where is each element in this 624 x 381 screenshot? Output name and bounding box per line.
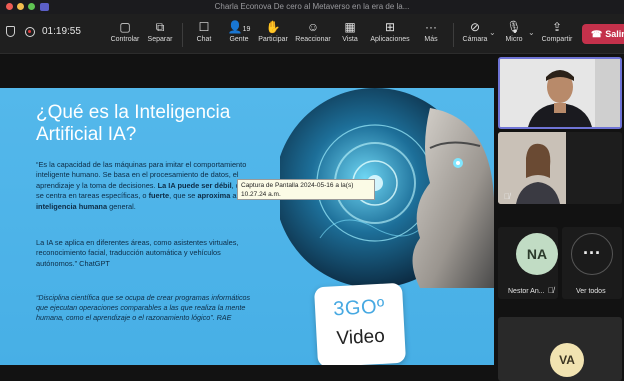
- leave-button[interactable]: ☎ Salir: [582, 24, 624, 44]
- recording-icon: [25, 26, 35, 37]
- phone-icon: ☎: [591, 29, 603, 39]
- shield-icon[interactable]: [6, 26, 15, 37]
- meeting-status: 01:19:55: [6, 26, 81, 37]
- participant-video-feed: [500, 59, 620, 127]
- reaction-icon: ☺: [306, 20, 320, 34]
- see-all-participants-button[interactable]: ··· Ver todos: [562, 227, 622, 299]
- participant-tile-va[interactable]: VA: [498, 317, 622, 381]
- mic-button[interactable]: 🎙 Micro: [502, 18, 526, 52]
- participant-video-tile[interactable]: 🎙̸: [498, 132, 622, 204]
- apps-icon: ⊞: [384, 20, 396, 34]
- slide-rae-quote: “Disciplina científica que se ocupa de c…: [36, 293, 251, 323]
- camera-off-icon: ⊘: [469, 20, 481, 34]
- logo-wordmark-top: 3GOº: [332, 295, 386, 321]
- slide-definition-text: “Es la capacidad de las máquinas para im…: [36, 160, 248, 211]
- more-icon: ···: [425, 20, 437, 34]
- mic-options-chevron-icon[interactable]: ⌄: [528, 28, 535, 37]
- meeting-toolbar: 01:19:55 ▢ Controlar ⧉ Separar ☐ Chat 👤1…: [0, 14, 624, 54]
- participant-name: Nestor An...: [508, 288, 545, 295]
- more-icon: ···: [571, 233, 613, 275]
- see-all-label: Ver todos: [576, 288, 606, 295]
- 3go-video-logo: 3GOº Video: [313, 282, 407, 365]
- people-button[interactable]: 👤19 Gente: [225, 18, 253, 52]
- camera-button[interactable]: ⊘ Cámara: [460, 18, 490, 52]
- meeting-timer: 01:19:55: [42, 26, 81, 37]
- react-button[interactable]: ☺ Reaccionar: [294, 18, 332, 52]
- view-button[interactable]: ▦ Vista: [338, 18, 362, 52]
- view-icon: ▦: [344, 20, 356, 34]
- slide-title: ¿Qué es la Inteligencia Artificial IA?: [36, 102, 231, 145]
- share-screen-icon: ⇪: [551, 20, 563, 34]
- control-button[interactable]: ▢ Controlar: [108, 18, 142, 52]
- pop-out-button[interactable]: ⧉ Separar: [145, 18, 175, 52]
- chat-button[interactable]: ☐ Chat: [192, 18, 216, 52]
- mic-off-icon: 🎙̸: [548, 286, 554, 295]
- mic-off-icon: 🎙: [506, 20, 522, 34]
- shared-content-stage: ¿Qué es la Inteligencia Artificial IA? “…: [0, 55, 496, 381]
- people-count-badge: 19: [242, 26, 251, 33]
- participant-video-feed: [498, 132, 622, 204]
- avatar: VA: [550, 343, 584, 377]
- avatar: NA: [516, 233, 558, 275]
- toolbar-divider: [453, 23, 454, 47]
- participant-tile-na[interactable]: NA Nestor An... 🎙̸: [498, 227, 558, 299]
- screenshot-tooltip: Captura de Pantalla 2024-05-16 a la(s) 1…: [237, 179, 375, 200]
- more-button[interactable]: ··· Más: [420, 18, 442, 52]
- people-icon: 👤19: [227, 20, 251, 34]
- share-control-icon: ▢: [119, 20, 131, 34]
- presentation-slide: ¿Qué es la Inteligencia Artificial IA? “…: [0, 88, 494, 365]
- raise-hand-button[interactable]: ✋ Participar: [257, 18, 289, 52]
- share-button[interactable]: ⇪ Compartir: [540, 18, 574, 52]
- camera-options-chevron-icon[interactable]: ⌄: [489, 28, 496, 37]
- logo-wordmark-bottom: Video: [335, 325, 386, 350]
- apps-button[interactable]: ⊞ Aplicaciones: [369, 18, 411, 52]
- raise-hand-icon: ✋: [265, 20, 281, 34]
- participants-panel: 🎙̸ NA Nestor An... 🎙̸ ··· Ver todos VA: [496, 55, 624, 381]
- participant-video-active-speaker[interactable]: [498, 57, 622, 129]
- toolbar-divider: [182, 23, 183, 47]
- chat-icon: ☐: [198, 20, 210, 34]
- pop-out-icon: ⧉: [155, 20, 165, 34]
- window-titlebar: Charla Econova De cero al Metaverso en l…: [0, 0, 624, 14]
- slide-applications-text: La IA se aplica en diferentes áreas, com…: [36, 238, 239, 268]
- mic-off-icon: 🎙̸: [504, 192, 510, 201]
- window-title: Charla Econova De cero al Metaverso en l…: [214, 2, 410, 11]
